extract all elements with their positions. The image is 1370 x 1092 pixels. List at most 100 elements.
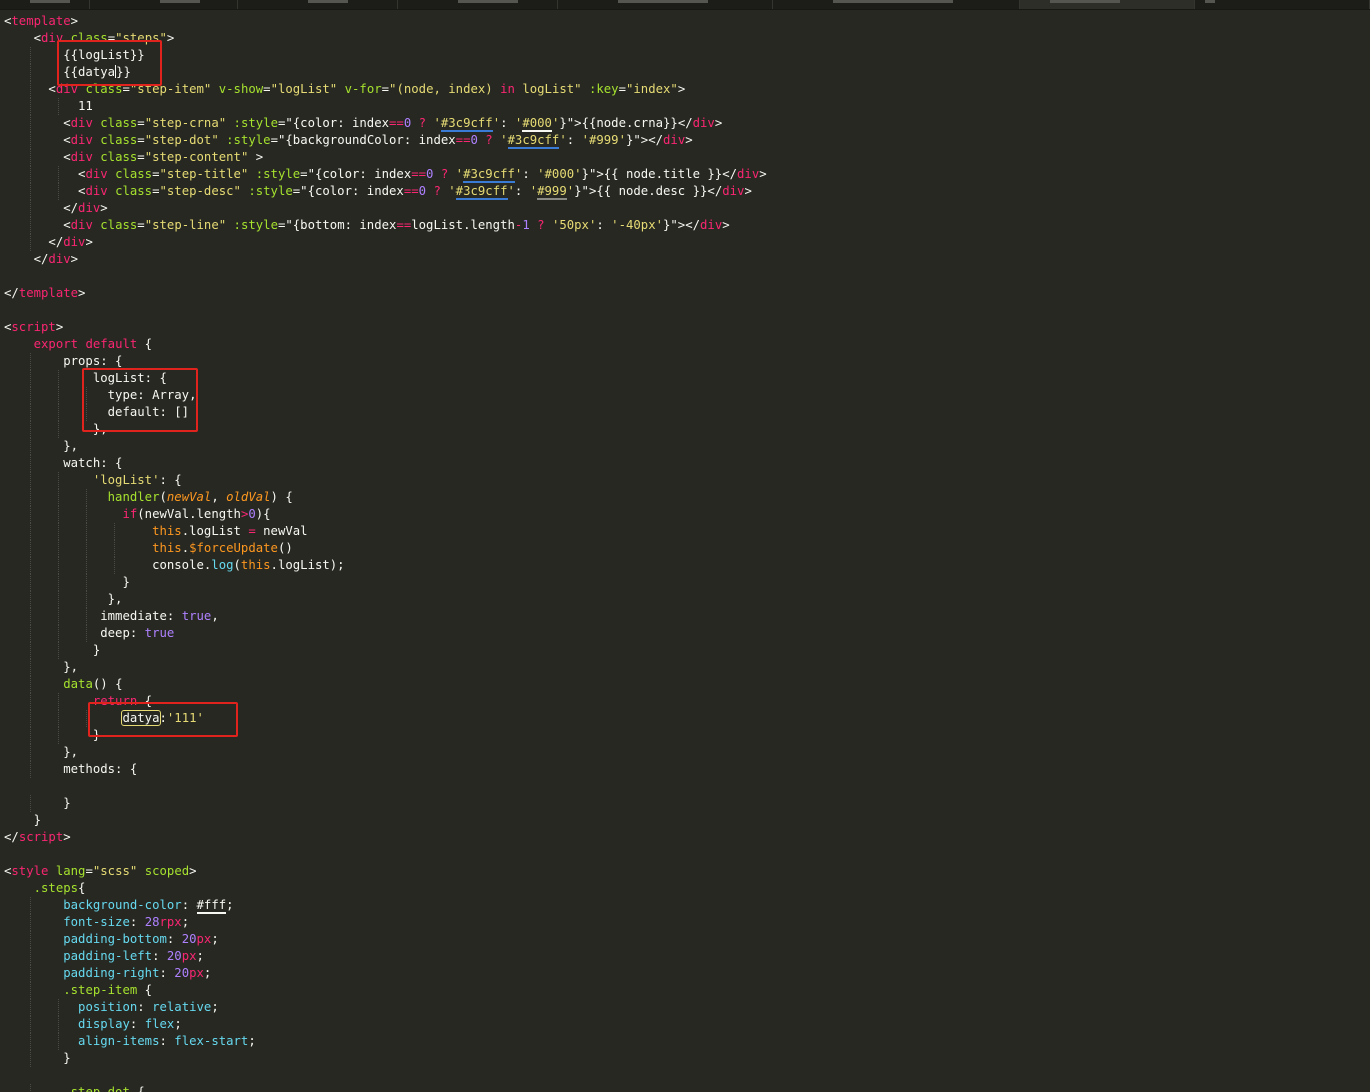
code-token: padding-right — [63, 966, 160, 980]
code-token: :style — [255, 167, 301, 181]
code-token: '50px' — [551, 218, 597, 232]
code-token: ="{color: index — [277, 116, 390, 130]
code-token: : — [514, 184, 530, 198]
code-token: "step-title" — [159, 167, 249, 181]
code-token: methods: { — [4, 762, 138, 776]
code-editor[interactable]: <template> <div class="steps"> {{logList… — [0, 0, 1370, 1092]
code-token: : — [137, 1000, 153, 1014]
editor-tab[interactable] — [398, 0, 558, 9]
code-token: > — [759, 167, 767, 181]
code-token: '-40px' — [611, 218, 663, 232]
code-token: "logList" — [270, 82, 338, 96]
editor-tab[interactable] — [773, 0, 1020, 9]
code-token: default: [] — [4, 405, 190, 419]
code-line: .step-dot { — [4, 1084, 1364, 1092]
code-line: align-items: flex-start; — [4, 1033, 1364, 1050]
code-token: div — [41, 31, 64, 45]
code-token: > — [55, 320, 64, 334]
code-token: } — [4, 728, 101, 742]
code-token: > — [63, 830, 71, 844]
code-token: ? — [485, 133, 493, 147]
code-token: "step-dot" — [144, 133, 219, 147]
code-token: deep: — [4, 626, 145, 640]
code-token: true — [181, 609, 212, 623]
code-token: ; — [203, 966, 212, 980]
code-token: ' — [433, 116, 441, 130]
code-token: }, — [4, 422, 108, 436]
code-token: "(node, index) — [389, 82, 501, 96]
code-line: .step-item { — [4, 982, 1364, 999]
code-token: :style — [233, 116, 278, 130]
code-token: { — [137, 694, 153, 708]
code-token: }"></ — [663, 218, 701, 232]
editor-tab[interactable] — [238, 0, 398, 9]
code-line: font-size: 28rpx; — [4, 914, 1364, 931]
code-token: oldVal — [226, 490, 271, 504]
code-line: }, — [4, 421, 1364, 438]
code-token: div — [70, 133, 93, 147]
code-token: . — [181, 541, 190, 555]
editor-tab[interactable] — [558, 0, 773, 9]
code-token: flex — [144, 1017, 175, 1031]
code-line: this.logList = newVal — [4, 523, 1364, 540]
code-line: </div> — [4, 234, 1364, 251]
code-token: 20 — [174, 966, 190, 980]
code-token: > — [677, 82, 686, 96]
code-token: == — [389, 116, 404, 130]
code-token: : — [596, 218, 612, 232]
code-token: ="{backgroundColor: index — [270, 133, 456, 147]
code-line: <div class="step-content" > — [4, 149, 1364, 166]
code-line: type: Array, — [4, 387, 1364, 404]
code-token: #3c9cff — [440, 116, 493, 132]
code-token: < — [4, 167, 86, 181]
code-token: (newVal.length — [137, 507, 241, 521]
code-token: this — [152, 541, 182, 555]
code-token: :style — [226, 133, 271, 147]
editor-tab[interactable] — [1195, 0, 1370, 9]
code-token: div — [78, 201, 101, 215]
editor-tab-active[interactable] — [1020, 0, 1195, 9]
code-token: </ — [4, 252, 49, 266]
code-token: script — [18, 830, 64, 844]
code-token: </ — [4, 286, 19, 300]
code-token: , — [211, 609, 219, 623]
code-token: class — [100, 218, 138, 232]
editor-tab[interactable] — [0, 0, 90, 9]
code-line: datya:'111' — [4, 710, 1364, 727]
code-token: > — [85, 235, 93, 249]
code-token: </ — [4, 235, 64, 249]
code-token: > — [78, 286, 86, 300]
code-token: .logList); — [270, 558, 345, 572]
code-token: div — [55, 82, 79, 96]
code-line: </div> — [4, 200, 1364, 217]
code-token: = — [137, 150, 145, 164]
code-line: methods: { — [4, 761, 1364, 778]
code-token: > — [70, 14, 79, 28]
code-token: v-for — [344, 82, 382, 96]
code-token: : — [159, 711, 167, 725]
code-token: div — [48, 252, 71, 266]
code-token: = — [248, 524, 256, 538]
code-token: ? — [433, 184, 441, 198]
code-token: export — [33, 337, 79, 351]
code-token: handler — [107, 490, 160, 504]
editor-tab[interactable] — [90, 0, 238, 9]
code-token: newVal — [255, 524, 308, 538]
code-token: align-items — [78, 1034, 160, 1048]
code-token: } — [4, 796, 71, 810]
code-token: ; — [174, 1017, 182, 1031]
code-area[interactable]: <template> <div class="steps"> {{logList… — [4, 13, 1364, 1092]
code-token: = — [85, 864, 93, 878]
code-token: > — [100, 201, 108, 215]
